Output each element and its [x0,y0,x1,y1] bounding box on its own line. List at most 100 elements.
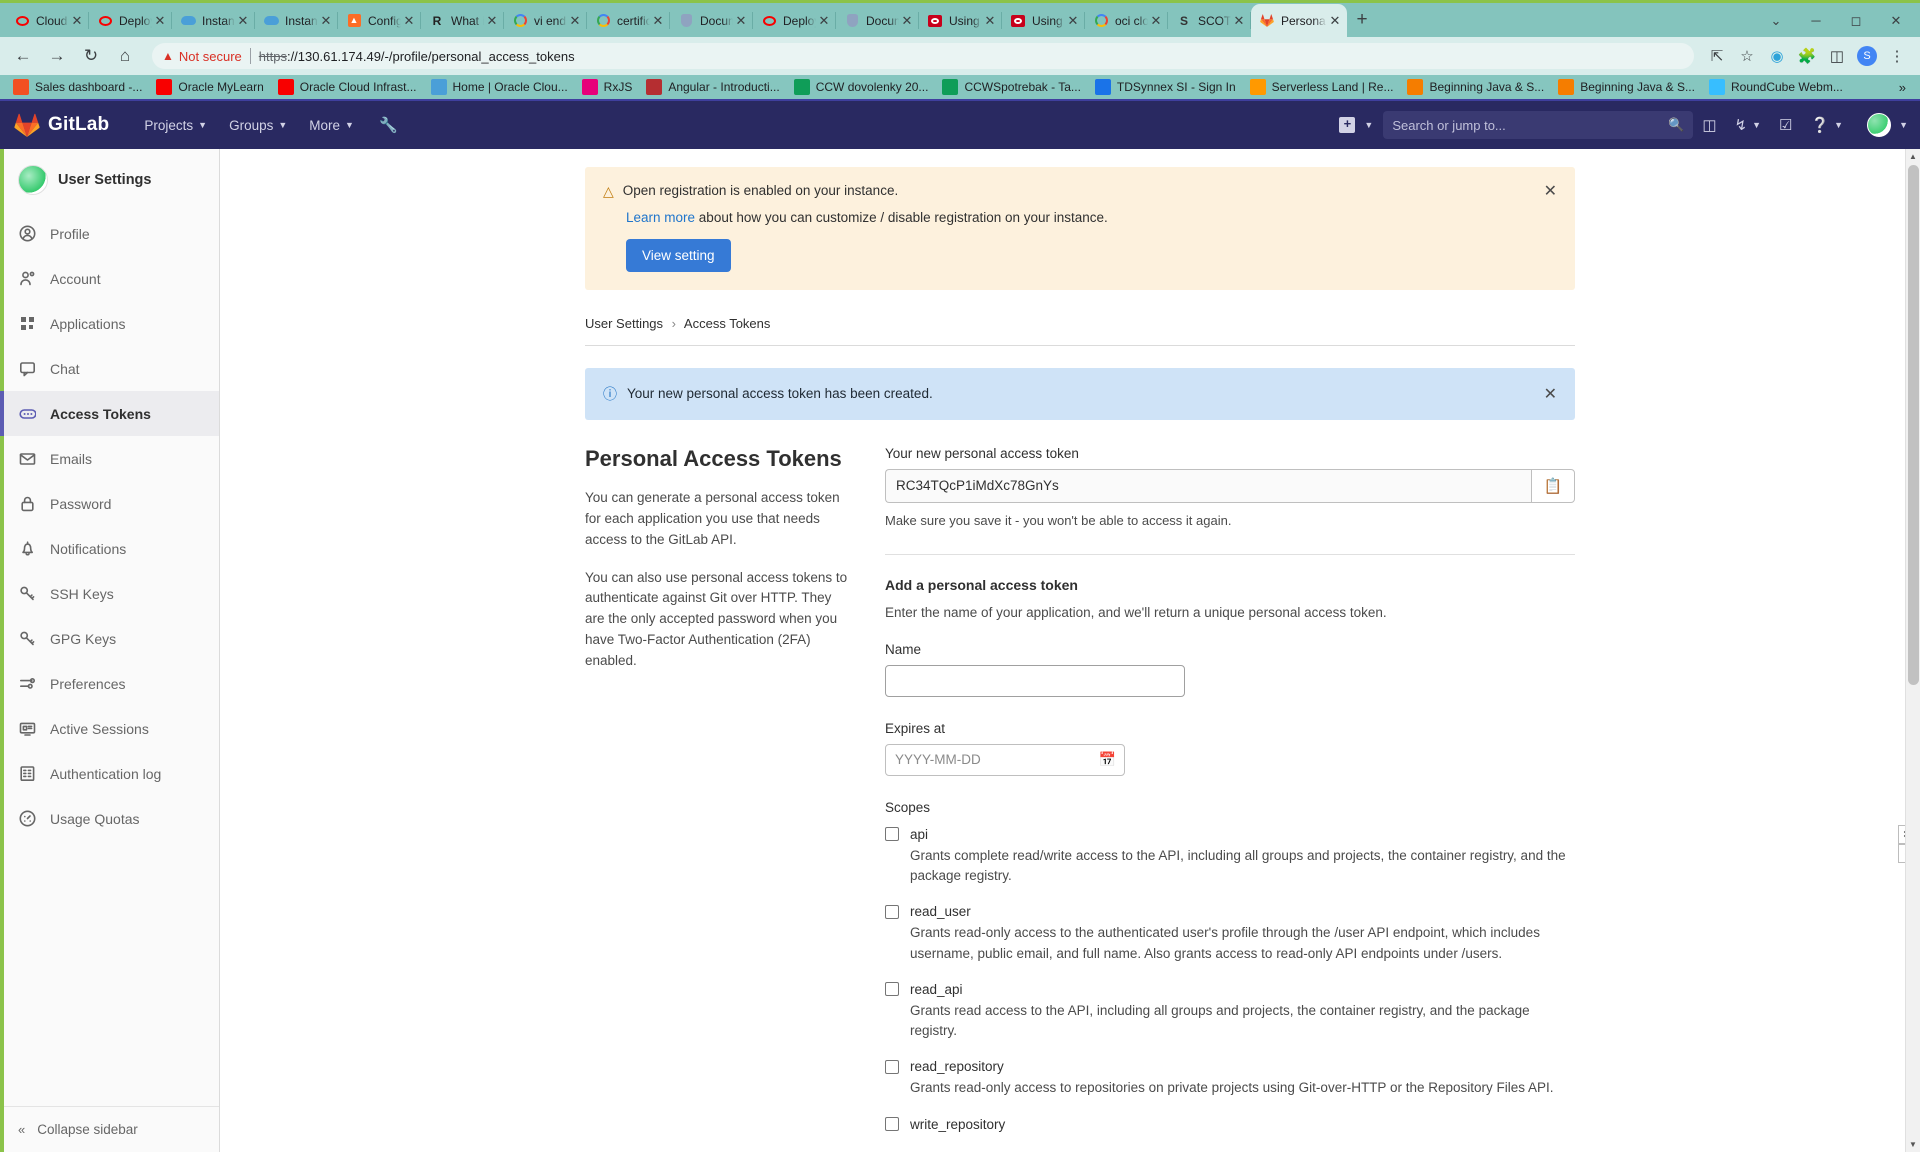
sidebar-item-usage-quotas[interactable]: Usage Quotas [0,796,219,841]
merge-requests-icon[interactable]: ↯ ▼ [1726,116,1771,134]
close-icon[interactable]: ✕ [484,13,500,29]
side-panel-icon[interactable]: ◫ [1822,41,1852,71]
close-icon[interactable]: ✕ [318,13,334,29]
minimize-button[interactable]: ─ [1796,13,1836,28]
browser-tab[interactable]: Docum✕ [670,4,753,37]
user-menu-button[interactable]: ▼ [1852,113,1908,137]
sidebar-item-access-tokens[interactable]: Access Tokens [0,391,219,436]
bookmark-item[interactable]: Oracle Cloud Infrast... [271,76,424,98]
bookmark-item[interactable]: RoundCube Webm... [1702,76,1850,98]
sidebar-item-applications[interactable]: Applications [0,301,219,346]
address-bar[interactable]: ▲ Not secure https://130.61.174.49/-/pro… [152,43,1694,69]
share-icon[interactable]: ⇱ [1702,41,1732,71]
help-icon[interactable]: ❔ ▼ [1801,116,1852,134]
create-new-button[interactable]: + ▼ [1339,117,1373,133]
browser-tab[interactable]: Cloud S✕ [6,4,89,37]
scope-checkbox-read_api[interactable] [885,982,899,997]
close-icon[interactable]: ✕ [235,13,251,29]
reload-button[interactable]: ↻ [76,41,106,71]
copy-icon[interactable]: 📋 [1531,468,1575,503]
close-icon[interactable]: ✕ [733,13,749,29]
close-icon[interactable]: ✕ [1231,13,1247,29]
browser-tab[interactable]: oci clou✕ [1085,4,1168,37]
browser-tab[interactable]: Docum✕ [836,4,919,37]
home-button[interactable]: ⌂ [110,41,140,71]
close-icon[interactable]: ✕ [69,13,85,29]
sidebar-item-chat[interactable]: Chat [0,346,219,391]
collapse-sidebar-button[interactable]: « Collapse sidebar [0,1106,219,1152]
close-icon[interactable]: ✕ [1544,384,1557,404]
bookmark-item[interactable]: CCWSpotrebak - Ta... [935,76,1087,98]
extension-icon[interactable]: ◉ [1762,41,1792,71]
tab-search-button[interactable]: ⌄ [1756,13,1796,29]
expires-date-input[interactable] [885,743,1125,776]
browser-tab[interactable]: Instanc✕ [255,4,338,37]
bookmark-item[interactable]: Angular - Introducti... [639,76,786,98]
sidebar-item-profile[interactable]: Profile [0,211,219,256]
gitlab-logo-link[interactable]: GitLab [0,113,109,137]
sidebar-item-gpg-keys[interactable]: GPG Keys [0,616,219,661]
close-window-button[interactable]: ✕ [1876,13,1916,29]
browser-tab[interactable]: Deploy✕ [753,4,836,37]
token-name-input[interactable] [885,664,1185,697]
gitlab-nav-more[interactable]: More ▼ [298,118,365,133]
sidebar-item-account[interactable]: Account [0,256,219,301]
close-icon[interactable]: ✕ [1148,13,1164,29]
bookmarks-overflow-button[interactable]: » [1891,80,1914,95]
gitlab-nav-groups[interactable]: Groups ▼ [218,118,298,133]
sidebar-item-authentication-log[interactable]: Authentication log [0,751,219,796]
scope-checkbox-api[interactable] [885,827,899,842]
bookmark-item[interactable]: Serverless Land | Re... [1243,76,1401,98]
scrollbar-thumb[interactable] [1908,165,1919,685]
close-icon[interactable]: ✕ [567,13,583,29]
sidebar-item-emails[interactable]: Emails [0,436,219,481]
bookmark-item[interactable]: Beginning Java & S... [1551,76,1702,98]
forward-button[interactable]: → [42,41,72,71]
breadcrumb-current-link[interactable]: Access Tokens [684,316,770,331]
close-icon[interactable]: ✕ [1065,13,1081,29]
profile-avatar[interactable]: S [1852,41,1882,71]
close-icon[interactable]: ✕ [982,13,998,29]
browser-tab[interactable]: Using O✕ [1002,4,1085,37]
browser-tab[interactable]: certifica✕ [587,4,670,37]
scroll-up-button[interactable]: ▲ [1906,149,1920,164]
browser-tab[interactable]: Persona ✕ [1251,4,1347,37]
sidebar-item-notifications[interactable]: Notifications [0,526,219,571]
bookmark-item[interactable]: Beginning Java & S... [1400,76,1551,98]
close-icon[interactable]: ✕ [152,13,168,29]
calendar-icon[interactable]: 📅 [1099,751,1116,768]
scroll-down-button[interactable]: ▼ [1906,1137,1920,1152]
browser-tab[interactable]: ▲ Configu✕ [338,4,421,37]
bookmark-item[interactable]: RxJS [575,76,640,98]
issues-icon[interactable]: ◫ [1693,116,1725,134]
todos-icon[interactable]: ☑ [1770,116,1801,134]
sidebar-item-ssh-keys[interactable]: SSH Keys [0,571,219,616]
breadcrumb-root-link[interactable]: User Settings [585,316,663,331]
scope-checkbox-write_repository[interactable] [885,1117,899,1132]
close-icon[interactable]: ✕ [650,13,666,29]
sidebar-item-preferences[interactable]: Preferences [0,661,219,706]
close-icon[interactable]: ✕ [1327,13,1343,29]
scope-checkbox-read_user[interactable] [885,904,899,919]
bookmark-item[interactable]: Sales dashboard -... [6,76,149,98]
browser-tab[interactable]: Deploy✕ [89,4,172,37]
sidebar-item-password[interactable]: Password [0,481,219,526]
bookmark-item[interactable]: Home | Oracle Clou... [424,76,575,98]
learn-more-link[interactable]: Learn more [626,210,695,225]
close-icon[interactable]: ✕ [816,13,832,29]
scope-checkbox-read_repository[interactable] [885,1059,899,1074]
bookmark-item[interactable]: Oracle MyLearn [149,76,270,98]
wrench-icon[interactable]: 🔧 [379,116,398,134]
browser-tab[interactable]: R What is✕ [421,4,504,37]
bookmark-item[interactable]: TDSynnex SI - Sign In [1088,76,1243,98]
close-icon[interactable]: ✕ [1544,181,1557,201]
browser-tab[interactable]: vi end o✕ [504,4,587,37]
close-icon[interactable]: ✕ [899,13,915,29]
extension-puzzle-icon[interactable]: 🧩 [1792,41,1822,71]
view-setting-button[interactable]: View setting [626,238,731,272]
bookmark-star-icon[interactable]: ☆ [1732,41,1762,71]
chrome-menu-icon[interactable]: ⋮ [1882,41,1912,71]
maximize-button[interactable]: ◻ [1836,13,1876,29]
new-tab-button[interactable]: + [1347,5,1377,35]
bookmark-item[interactable]: CCW dovolenky 20... [787,76,936,98]
